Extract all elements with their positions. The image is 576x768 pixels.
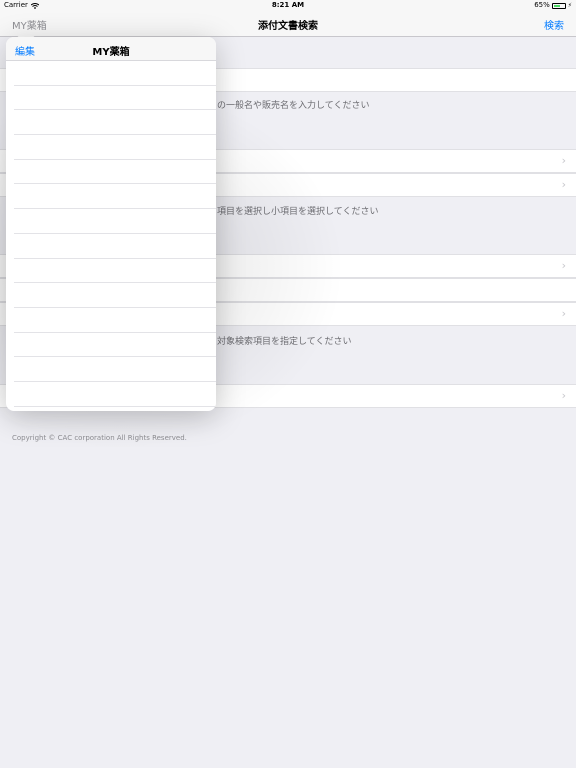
page-title: 添付文書検索 — [258, 21, 318, 32]
search-button[interactable]: 検索 — [544, 17, 564, 32]
list-item[interactable] — [14, 283, 216, 308]
list-item[interactable] — [14, 160, 216, 185]
list-item[interactable] — [14, 234, 216, 259]
charging-bolt-icon: ⚡ — [567, 2, 572, 9]
popover-title: MY薬箱 — [92, 47, 130, 58]
navigation-bar: MY薬箱 添付文書検索 検索 — [0, 11, 576, 37]
list-item[interactable] — [14, 333, 216, 358]
chevron-right-icon: › — [561, 178, 566, 191]
section-footer: の一般名や販売名を入力してください — [217, 101, 370, 111]
list-item[interactable] — [14, 308, 216, 333]
chevron-right-icon: › — [561, 259, 566, 272]
section-footer: 対象検索項目を指定してください — [217, 337, 352, 347]
list-item[interactable] — [14, 259, 216, 284]
list-item[interactable] — [14, 61, 216, 86]
chevron-right-icon: › — [561, 307, 566, 320]
status-right: 65% ⚡ — [534, 0, 572, 11]
section-footer: 項目を選択し小項目を選択してください — [217, 207, 379, 217]
list-item[interactable] — [14, 86, 216, 111]
list-item[interactable] — [14, 357, 216, 382]
popover-header: 編集 MY薬箱 — [6, 37, 216, 61]
medicine-list — [6, 61, 216, 407]
battery-percent: 65% — [534, 1, 550, 9]
copyright-text: Copyright © CAC corporation All Rights R… — [12, 434, 187, 442]
battery-fill — [553, 4, 561, 7]
list-item[interactable] — [14, 209, 216, 234]
chevron-right-icon: › — [561, 154, 566, 167]
chevron-right-icon: › — [561, 389, 566, 402]
battery-icon — [551, 2, 566, 9]
status-time: 8:21 AM — [271, 1, 305, 9]
list-item[interactable] — [14, 382, 216, 407]
list-item[interactable] — [14, 110, 216, 136]
status-bar: Carrier 8:21 AM 65% ⚡ — [0, 0, 576, 11]
list-item[interactable] — [14, 184, 216, 210]
list-item[interactable] — [14, 135, 216, 160]
my-medicine-box-popover: 編集 MY薬箱 — [6, 37, 216, 411]
